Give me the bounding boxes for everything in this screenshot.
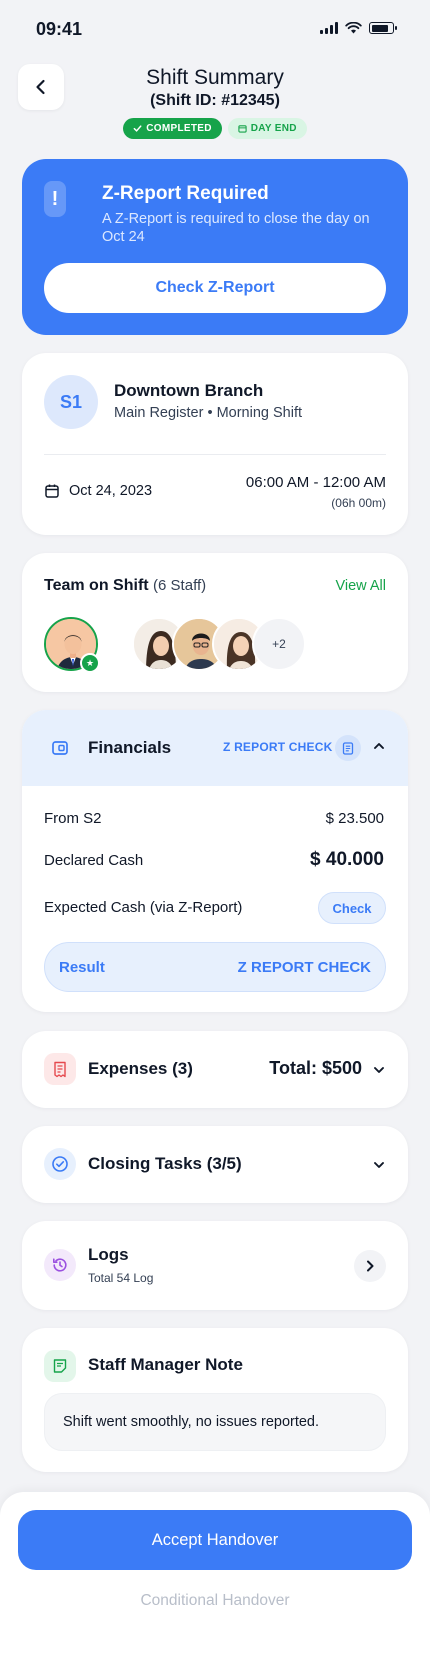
- note-title: Staff Manager Note: [88, 1355, 243, 1374]
- check-z-report-button[interactable]: Check Z-Report: [44, 263, 386, 313]
- more-staff-badge[interactable]: +2: [252, 617, 306, 671]
- shift-time-range: 06:00 AM - 12:00 AM: [245, 474, 386, 491]
- note-icon: [44, 1350, 76, 1382]
- shift-duration: (06h 00m): [331, 496, 386, 510]
- view-all-link[interactable]: View All: [335, 578, 386, 594]
- check-expected-cash-button[interactable]: Check: [318, 892, 386, 924]
- receipt-icon: [44, 1053, 76, 1085]
- manager-note-card: Staff Manager Note Shift went smoothly, …: [22, 1328, 408, 1472]
- calendar-icon: [45, 484, 59, 498]
- page-title: Shift Summary: [146, 66, 284, 89]
- shift-date: Oct 24, 2023: [69, 483, 153, 499]
- shift-date-row: Oct 24, 2023: [44, 483, 152, 499]
- bottom-action-sheet: Accept Handover Conditional Handover: [0, 1492, 430, 1658]
- page-header: Shift Summary (Shift ID: #12345) COMPLET…: [0, 58, 430, 148]
- history-icon: [44, 1249, 76, 1281]
- team-card: Team on Shift (6 Staff) View All ★ +2: [22, 553, 408, 692]
- logs-title: Logs: [88, 1245, 129, 1264]
- day-end-badge-label: DAY END: [250, 123, 297, 134]
- from-s2-value: $ 23.500: [325, 810, 384, 827]
- battery-icon: [369, 22, 397, 34]
- declared-cash-label: Declared Cash: [44, 852, 144, 869]
- check-circle-icon: [44, 1148, 76, 1180]
- star-badge-icon: ★: [80, 653, 100, 673]
- note-text: Shift went smoothly, no issues reported.: [63, 1414, 320, 1430]
- from-s2-label: From S2: [44, 810, 102, 827]
- day-end-badge: DAY END: [227, 118, 307, 139]
- note-text-box: Shift went smoothly, no issues reported.: [44, 1393, 386, 1451]
- shift-id: (Shift ID: #12345): [150, 92, 280, 109]
- closing-tasks-title: Closing Tasks (3/5): [88, 1154, 242, 1173]
- z-report-description: A Z-Report is required to close the day …: [102, 211, 370, 245]
- logs-open-button[interactable]: [354, 1250, 386, 1282]
- branch-avatar: S1: [44, 375, 98, 429]
- team-count: (6 Staff): [153, 577, 207, 594]
- completed-badge: COMPLETED: [123, 118, 222, 139]
- alert-icon: !: [44, 181, 66, 217]
- financials-card: Financials Z REPORT CHECK From S2 $ 23.5…: [22, 710, 408, 1012]
- wallet-icon: [44, 732, 76, 764]
- chevron-right-icon: [367, 1260, 374, 1272]
- completed-badge-label: COMPLETED: [146, 123, 212, 134]
- expenses-total: Total: $500: [269, 1058, 362, 1078]
- expected-cash-label: Expected Cash (via Z-Report): [44, 899, 243, 916]
- chevron-down-icon[interactable]: [372, 1158, 386, 1172]
- status-badges: COMPLETED DAY END: [0, 118, 430, 139]
- document-icon[interactable]: [335, 735, 361, 761]
- expenses-card[interactable]: Expenses (3) Total: $500: [22, 1031, 408, 1108]
- financials-title: Financials: [88, 738, 172, 757]
- conditional-handover-button[interactable]: Conditional Handover: [0, 1592, 430, 1616]
- team-title: Team on Shift (6 Staff): [44, 577, 206, 595]
- z-report-banner: ! Z-Report Required A Z-Report is requir…: [22, 159, 408, 335]
- branch-name: Downtown Branch: [114, 381, 264, 400]
- chevron-down-icon[interactable]: [372, 1063, 386, 1077]
- divider: [44, 454, 386, 455]
- financials-header[interactable]: Financials Z REPORT CHECK: [22, 710, 408, 786]
- status-bar: 09:41: [0, 0, 430, 58]
- wifi-icon: [345, 22, 362, 34]
- accept-handover-button[interactable]: Accept Handover: [18, 1510, 412, 1570]
- status-time: 09:41: [36, 19, 83, 39]
- z-report-check-tag: Z REPORT CHECK: [223, 740, 333, 754]
- expenses-title: Expenses (3): [88, 1059, 193, 1078]
- result-label: Result: [59, 959, 105, 976]
- cellular-signal-icon: [320, 22, 338, 34]
- branch-details: Main Register • Morning Shift: [114, 405, 303, 421]
- logs-subtitle: Total 54 Log: [88, 1271, 154, 1285]
- team-title-label: Team on Shift: [44, 577, 149, 594]
- branch-card: S1 Downtown Branch Main Register • Morni…: [22, 353, 408, 535]
- status-icons: [320, 22, 397, 34]
- declared-cash-value: $ 40.000: [310, 849, 384, 870]
- result-value: Z REPORT CHECK: [237, 959, 371, 976]
- chevron-up-icon[interactable]: [372, 739, 386, 753]
- result-box: Result Z REPORT CHECK: [44, 942, 386, 992]
- z-report-title: Z-Report Required: [102, 183, 269, 204]
- logs-card[interactable]: Logs Total 54 Log: [22, 1221, 408, 1310]
- check-icon: [133, 125, 142, 132]
- calendar-icon: [238, 125, 247, 133]
- closing-tasks-card[interactable]: Closing Tasks (3/5): [22, 1126, 408, 1203]
